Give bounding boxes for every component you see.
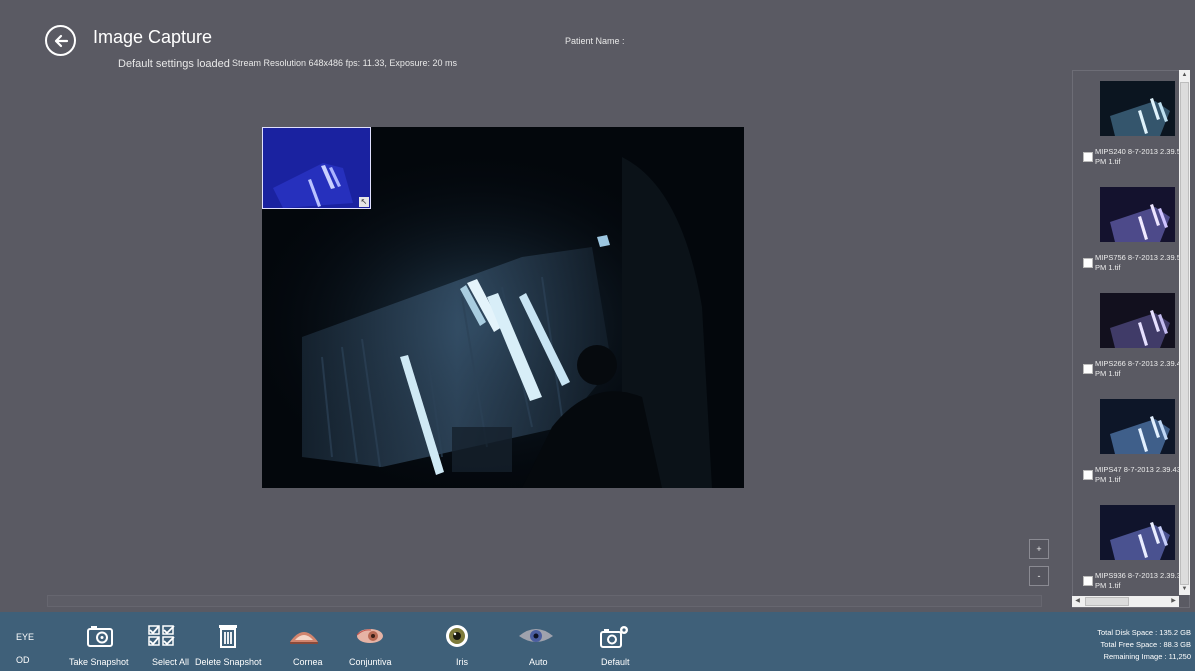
thumbnail-vertical-scrollbar[interactable]: ▲ ▼ [1179, 70, 1190, 595]
thumbnail-checkbox[interactable] [1083, 470, 1093, 480]
scroll-down-icon[interactable]: ▼ [1179, 584, 1190, 595]
eye-icon [518, 624, 554, 648]
thumbnail-checkbox[interactable] [1083, 364, 1093, 374]
trash-icon [217, 624, 239, 648]
total-free-space: Total Free Space : 88.3 GB [1100, 640, 1191, 649]
take-snapshot-button[interactable]: Take Snapshot [67, 612, 131, 671]
zoom-in-button[interactable]: + [1029, 539, 1049, 559]
status-text: Default settings loaded [118, 58, 230, 70]
camera-settings-icon [600, 624, 630, 648]
scroll-thumb[interactable] [1085, 597, 1129, 606]
conjuntiva-button[interactable]: Conjuntiva [347, 612, 399, 671]
default-label: Default [601, 657, 630, 667]
delete-snapshot-label: Delete Snapshot [195, 657, 262, 667]
select-all-label: Select All [152, 657, 190, 667]
thumbnail-image[interactable] [1100, 81, 1175, 136]
zoom-out-button[interactable]: - [1029, 566, 1049, 586]
thumbnail-panel: MIPS240 8-7-2013 2.39.56 PM 1.tif MIPS75… [1072, 70, 1190, 608]
conjuntiva-icon [355, 624, 385, 648]
back-button[interactable] [45, 25, 76, 56]
cornea-label: Cornea [293, 657, 323, 667]
scroll-up-icon[interactable]: ▲ [1179, 70, 1190, 81]
thumbnail-image[interactable] [1100, 399, 1175, 454]
checkmarks-icon [147, 624, 177, 648]
iris-icon [444, 624, 470, 648]
iris-button[interactable]: Iris [444, 612, 474, 671]
select-all-button[interactable]: Select All [148, 612, 197, 671]
auto-label: Auto [529, 657, 548, 667]
back-arrow-icon [54, 34, 68, 47]
stream-info: Stream Resolution 648x486 fps: 11.33, Ex… [232, 58, 457, 68]
thumbnail-label: MIPS936 8-7-2013 2.39.35 PM 1.tif [1095, 571, 1186, 590]
scroll-left-icon[interactable]: ◀ [1072, 596, 1083, 607]
remaining-image: Remaining Image : 11,250 [1103, 652, 1191, 661]
cornea-button[interactable]: Cornea [288, 612, 328, 671]
patient-name-label: Patient Name : [565, 36, 625, 46]
thumbnail-checkbox[interactable] [1083, 576, 1093, 586]
scroll-thumb[interactable] [1180, 82, 1189, 585]
eye-label: EYE [16, 632, 35, 642]
eye-value[interactable]: OD [16, 655, 30, 665]
pip-preview[interactable]: ↖ [262, 127, 371, 209]
thumbnail-label: MIPS240 8-7-2013 2.39.56 PM 1.tif [1095, 147, 1186, 166]
default-button[interactable]: Default [598, 612, 638, 671]
expand-icon[interactable]: ↖ [359, 197, 369, 207]
main-horizontal-scrollbar[interactable] [47, 595, 1042, 607]
thumbnail-checkbox[interactable] [1083, 152, 1093, 162]
page-title: Image Capture [93, 27, 213, 47]
conjuntiva-label: Conjuntiva [349, 657, 392, 667]
thumbnail-image[interactable] [1100, 187, 1175, 242]
delete-snapshot-button[interactable]: Delete Snapshot [195, 612, 269, 671]
iris-label: Iris [456, 657, 468, 667]
thumbnail-horizontal-scrollbar[interactable]: ◀ ▶ [1072, 596, 1179, 607]
bottom-toolbar: EYE OD Take Snapshot Select All Delete S… [0, 612, 1195, 671]
camera-icon [87, 624, 113, 648]
thumbnail-label: MIPS756 8-7-2013 2.39.52 PM 1.tif [1095, 253, 1186, 272]
thumbnail-label: MIPS266 8-7-2013 2.39.47 PM 1.tif [1095, 359, 1186, 378]
thumbnail-label: MIPS47 8-7-2013 2.39.43 PM 1.tif [1095, 465, 1181, 484]
disk-info: Total Disk Space : 135.2 GB Total Free S… [1097, 627, 1191, 663]
auto-button[interactable]: Auto [518, 612, 558, 671]
cornea-icon [288, 624, 320, 648]
thumbnail-image[interactable] [1100, 293, 1175, 348]
thumbnail-image[interactable] [1100, 505, 1175, 560]
take-snapshot-label: Take Snapshot [69, 657, 129, 667]
thumbnail-checkbox[interactable] [1083, 258, 1093, 268]
total-disk-space: Total Disk Space : 135.2 GB [1097, 628, 1191, 637]
scroll-right-icon[interactable]: ▶ [1168, 596, 1179, 607]
